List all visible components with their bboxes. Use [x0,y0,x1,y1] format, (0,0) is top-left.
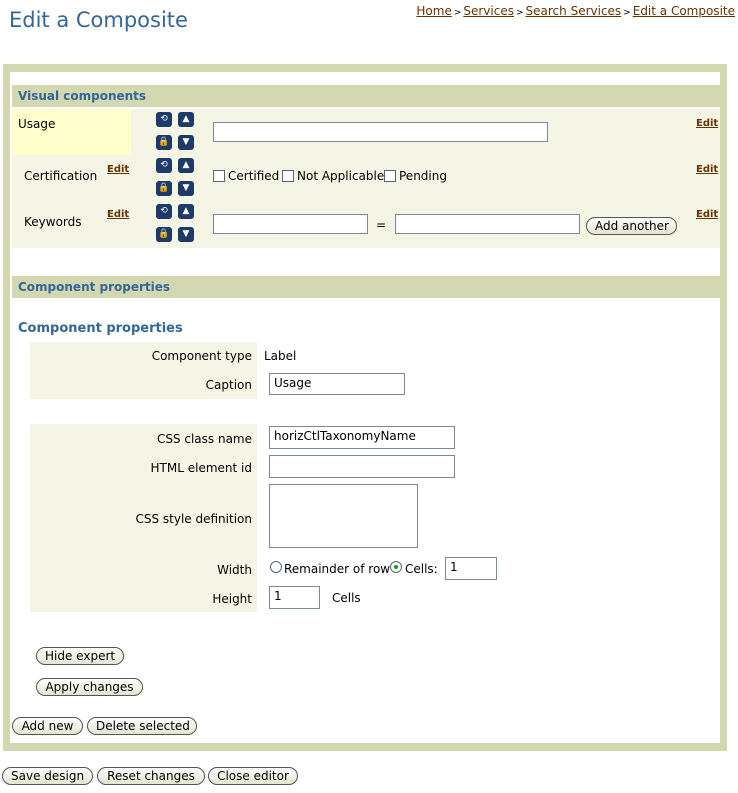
move-down-icon[interactable]: ▼ [178,227,194,242]
component-label-usage: Usage [18,117,56,131]
component-properties-header: Component properties [12,276,720,298]
component-cell-usage-selected[interactable] [12,109,131,155]
visual-components-label: Visual components [18,89,147,103]
component-type-value: Label [264,349,297,363]
save-design-button[interactable]: Save design [2,767,93,785]
css-class-label: CSS class name [156,432,252,446]
lock-icon[interactable]: 🔒 [156,227,172,242]
equals-sign: = [376,218,387,232]
visual-components-spacer [12,248,720,275]
usage-input[interactable] [213,122,548,142]
certified-option-label: Certified [228,169,280,183]
certified-checkbox[interactable] [213,170,225,182]
refresh-icon[interactable]: ⟲ [156,204,172,219]
move-down-icon[interactable]: ▼ [178,135,194,150]
component-type-label: Component type [151,349,252,363]
certification-row-edit-link[interactable]: Edit [696,164,718,175]
css-class-input[interactable]: horizCtlTaxonomyName [269,426,455,449]
height-unit-label: Cells [332,591,361,605]
not-applicable-option-label: Not Applicable [297,169,385,183]
keywords-row-edit-link[interactable]: Edit [696,209,718,220]
apply-changes-button[interactable]: Apply changes [36,678,143,696]
html-id-input[interactable] [269,455,455,478]
css-style-label: CSS style definition [135,512,252,526]
html-id-label: HTML element id [150,461,252,475]
width-cells-radio[interactable] [390,561,402,573]
add-new-button[interactable]: Add new [12,717,83,735]
pending-option-label: Pending [399,169,447,183]
breadcrumb-search-services[interactable]: Search Services [526,4,622,18]
caption-input[interactable]: Usage [269,373,405,395]
keyword-value-input[interactable] [395,214,580,234]
close-editor-button[interactable]: Close editor [208,767,298,785]
certification-label-edit-link[interactable]: Edit [107,164,129,175]
width-cells-label: Cells: [405,562,438,576]
lock-icon[interactable]: 🔒 [156,181,172,196]
hide-expert-button[interactable]: Hide expert [36,647,124,665]
breadcrumb-services[interactable]: Services [463,4,514,18]
breadcrumb-home[interactable]: Home [416,4,451,18]
width-remainder-label: Remainder of row [284,562,391,576]
breadcrumb-separator: > [515,8,524,18]
page-title: Edit a Composite [9,8,188,32]
refresh-icon[interactable]: ⟲ [156,112,172,127]
usage-row-edit-link[interactable]: Edit [696,118,718,129]
keywords-label-edit-link[interactable]: Edit [107,209,129,220]
caption-label: Caption [205,378,252,392]
breadcrumb-edit-composite[interactable]: Edit a Composite [633,4,735,18]
pending-checkbox[interactable] [384,170,396,182]
delete-selected-button[interactable]: Delete selected [87,717,197,735]
reset-changes-button[interactable]: Reset changes [97,767,205,785]
move-up-icon[interactable]: ▲ [178,204,194,219]
refresh-icon[interactable]: ⟲ [156,158,172,173]
component-label-keywords: Keywords [24,215,82,229]
component-label-certification: Certification [24,169,98,183]
breadcrumb-separator: > [453,8,462,18]
not-applicable-checkbox[interactable] [282,170,294,182]
height-label: Height [212,592,252,606]
lock-icon[interactable]: 🔒 [156,135,172,150]
visual-components-header: Visual components [12,85,720,107]
keyword-name-input[interactable] [213,214,368,234]
component-properties-title: Component properties [18,321,183,336]
width-label: Width [217,563,252,577]
move-up-icon[interactable]: ▲ [178,158,194,173]
move-down-icon[interactable]: ▼ [178,181,194,196]
height-input[interactable]: 1 [269,586,320,609]
width-cells-input[interactable]: 1 [445,557,497,580]
css-style-textarea[interactable] [269,484,418,548]
breadcrumb: Home > Services > Search Services > Edit a Com… [416,4,735,18]
width-remainder-radio[interactable] [270,561,282,573]
component-properties-header-label: Component properties [18,280,171,294]
breadcrumb-separator: > [623,8,631,18]
add-another-button[interactable]: Add another [586,217,677,235]
move-up-icon[interactable]: ▲ [178,112,194,127]
